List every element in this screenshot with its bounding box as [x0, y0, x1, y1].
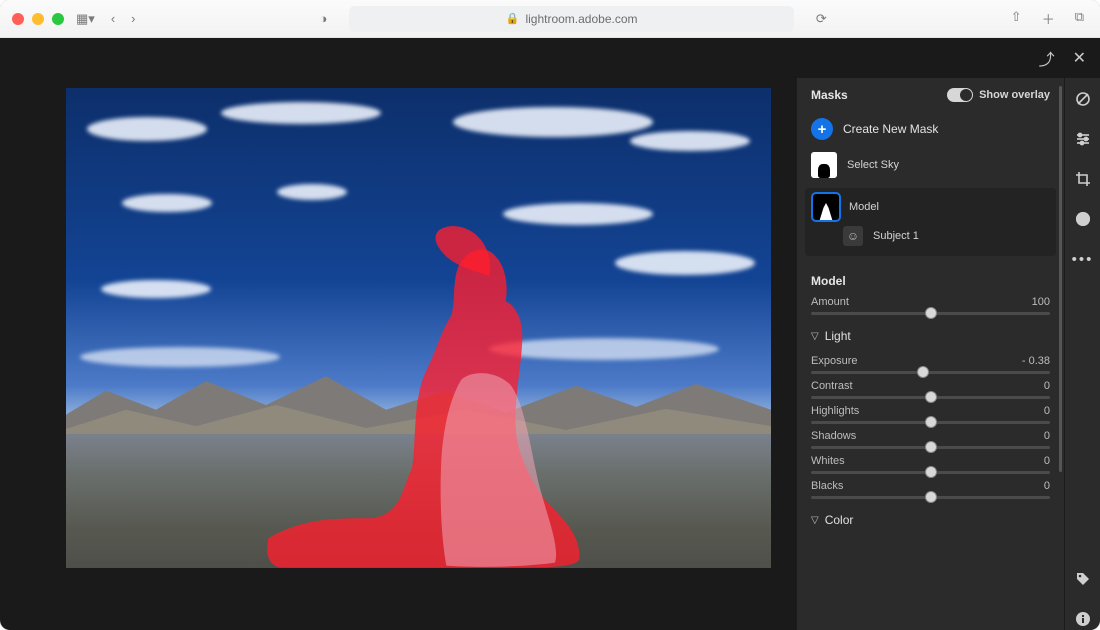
share-browser-icon[interactable]: ⇧ — [1007, 7, 1026, 30]
slider-label: Shadows — [811, 430, 856, 442]
workspace: Masks Show overlay + Create New Mask — [0, 78, 1100, 630]
mask-label: Select Sky — [847, 159, 899, 171]
right-toolstrip: ••• — [1064, 78, 1100, 630]
window-controls — [12, 13, 64, 25]
slider-exposure[interactable]: Exposure - 0.38 — [797, 349, 1064, 374]
mask-thumb-sky — [811, 152, 837, 178]
slider-label: Blacks — [811, 480, 843, 492]
scrollbar[interactable] — [1059, 86, 1062, 472]
slider-label: Highlights — [811, 405, 859, 417]
toggle-switch-icon — [947, 88, 973, 102]
mask-item-sky[interactable]: Select Sky — [797, 146, 1064, 184]
light-section-toggle[interactable]: ▽ Light — [797, 315, 1064, 349]
address-bar[interactable]: 🔒 lightroom.adobe.com — [349, 6, 794, 32]
mask-item-model[interactable]: Model ☺ Subject 1 — [805, 188, 1056, 256]
canvas-area — [0, 78, 796, 630]
slider-value: 0 — [1044, 430, 1050, 442]
chevron-down-icon: ▽ — [811, 515, 819, 526]
masking-tool-icon[interactable] — [1072, 208, 1094, 230]
cloud — [277, 184, 347, 200]
amount-slider[interactable]: Amount 100 — [797, 290, 1064, 315]
slider-label: Exposure — [811, 355, 857, 367]
lightroom-app: ⤴ ✕ — [0, 38, 1100, 630]
titlebar: ▦▾ ‹ › ◑ 🔒 lightroom.adobe.com ⟳ ⇧ ＋ ⧉ — [0, 0, 1100, 38]
minimize-window-button[interactable] — [32, 13, 44, 25]
close-window-button[interactable] — [12, 13, 24, 25]
photo-canvas[interactable] — [66, 88, 771, 568]
masks-panel-title: Masks — [811, 88, 848, 102]
app-topbar: ⤴ ✕ — [0, 38, 1100, 78]
cloud — [122, 194, 212, 212]
subject-mask-overlay — [263, 222, 630, 568]
mask-component-subject[interactable]: ☺ Subject 1 — [813, 220, 1048, 250]
slider-value: - 0.38 — [1022, 355, 1050, 367]
chevron-down-icon: ▽ — [811, 331, 819, 342]
slider-label: Whites — [811, 455, 845, 467]
light-section-label: Light — [825, 329, 851, 343]
create-new-mask-button[interactable]: + Create New Mask — [797, 108, 1064, 146]
share-icon[interactable]: ⤴ — [1039, 46, 1055, 70]
nav-forward-icon[interactable]: › — [127, 9, 139, 28]
zoom-window-button[interactable] — [52, 13, 64, 25]
mask-thumb-model — [813, 194, 839, 220]
right-panel: Masks Show overlay + Create New Mask — [796, 78, 1064, 630]
slider-value: 0 — [1044, 480, 1050, 492]
slider-label: Contrast — [811, 380, 853, 392]
cloud — [101, 280, 211, 298]
tabs-overview-icon[interactable]: ⧉ — [1071, 7, 1088, 30]
reload-icon[interactable]: ⟳ — [812, 9, 831, 29]
browser-window: ▦▾ ‹ › ◑ 🔒 lightroom.adobe.com ⟳ ⇧ ＋ ⧉ ⤴… — [0, 0, 1100, 630]
color-section-toggle[interactable]: ▽ Color — [797, 499, 1064, 533]
shield-icon[interactable]: ◑ — [316, 9, 332, 28]
amount-value: 100 — [1032, 296, 1050, 308]
person-icon: ☺ — [843, 226, 863, 246]
mask-component-label: Subject 1 — [873, 230, 919, 242]
close-icon[interactable]: ✕ — [1073, 48, 1086, 68]
sidebar-toggle-icon[interactable]: ▦▾ — [72, 9, 99, 29]
tag-icon[interactable] — [1072, 568, 1094, 590]
more-icon[interactable]: ••• — [1072, 248, 1094, 270]
amount-label: Amount — [811, 296, 849, 308]
address-text: lightroom.adobe.com — [525, 12, 637, 26]
slider-contrast[interactable]: Contrast 0 — [797, 374, 1064, 399]
sliders-tool-icon[interactable] — [1072, 128, 1094, 150]
selected-mask-name: Model — [797, 260, 1064, 290]
info-icon[interactable] — [1072, 608, 1094, 630]
cloud — [630, 131, 750, 151]
titlebar-right: ⇧ ＋ ⧉ — [1007, 7, 1088, 30]
color-section-label: Color — [825, 513, 854, 527]
plus-icon: + — [811, 118, 833, 140]
mask-label: Model — [849, 201, 879, 213]
nav-back-icon[interactable]: ‹ — [107, 9, 119, 28]
show-overlay-toggle[interactable]: Show overlay — [947, 88, 1050, 102]
show-overlay-label: Show overlay — [979, 89, 1050, 101]
slider-value: 0 — [1044, 455, 1050, 467]
cloud — [87, 117, 207, 141]
lock-icon: 🔒 — [506, 12, 520, 25]
slider-value: 0 — [1044, 405, 1050, 417]
new-tab-icon[interactable]: ＋ — [1038, 7, 1059, 30]
crop-tool-icon[interactable] — [1072, 168, 1094, 190]
slider-value: 0 — [1044, 380, 1050, 392]
create-new-mask-label: Create New Mask — [843, 122, 938, 136]
healing-tool-icon[interactable] — [1072, 88, 1094, 110]
